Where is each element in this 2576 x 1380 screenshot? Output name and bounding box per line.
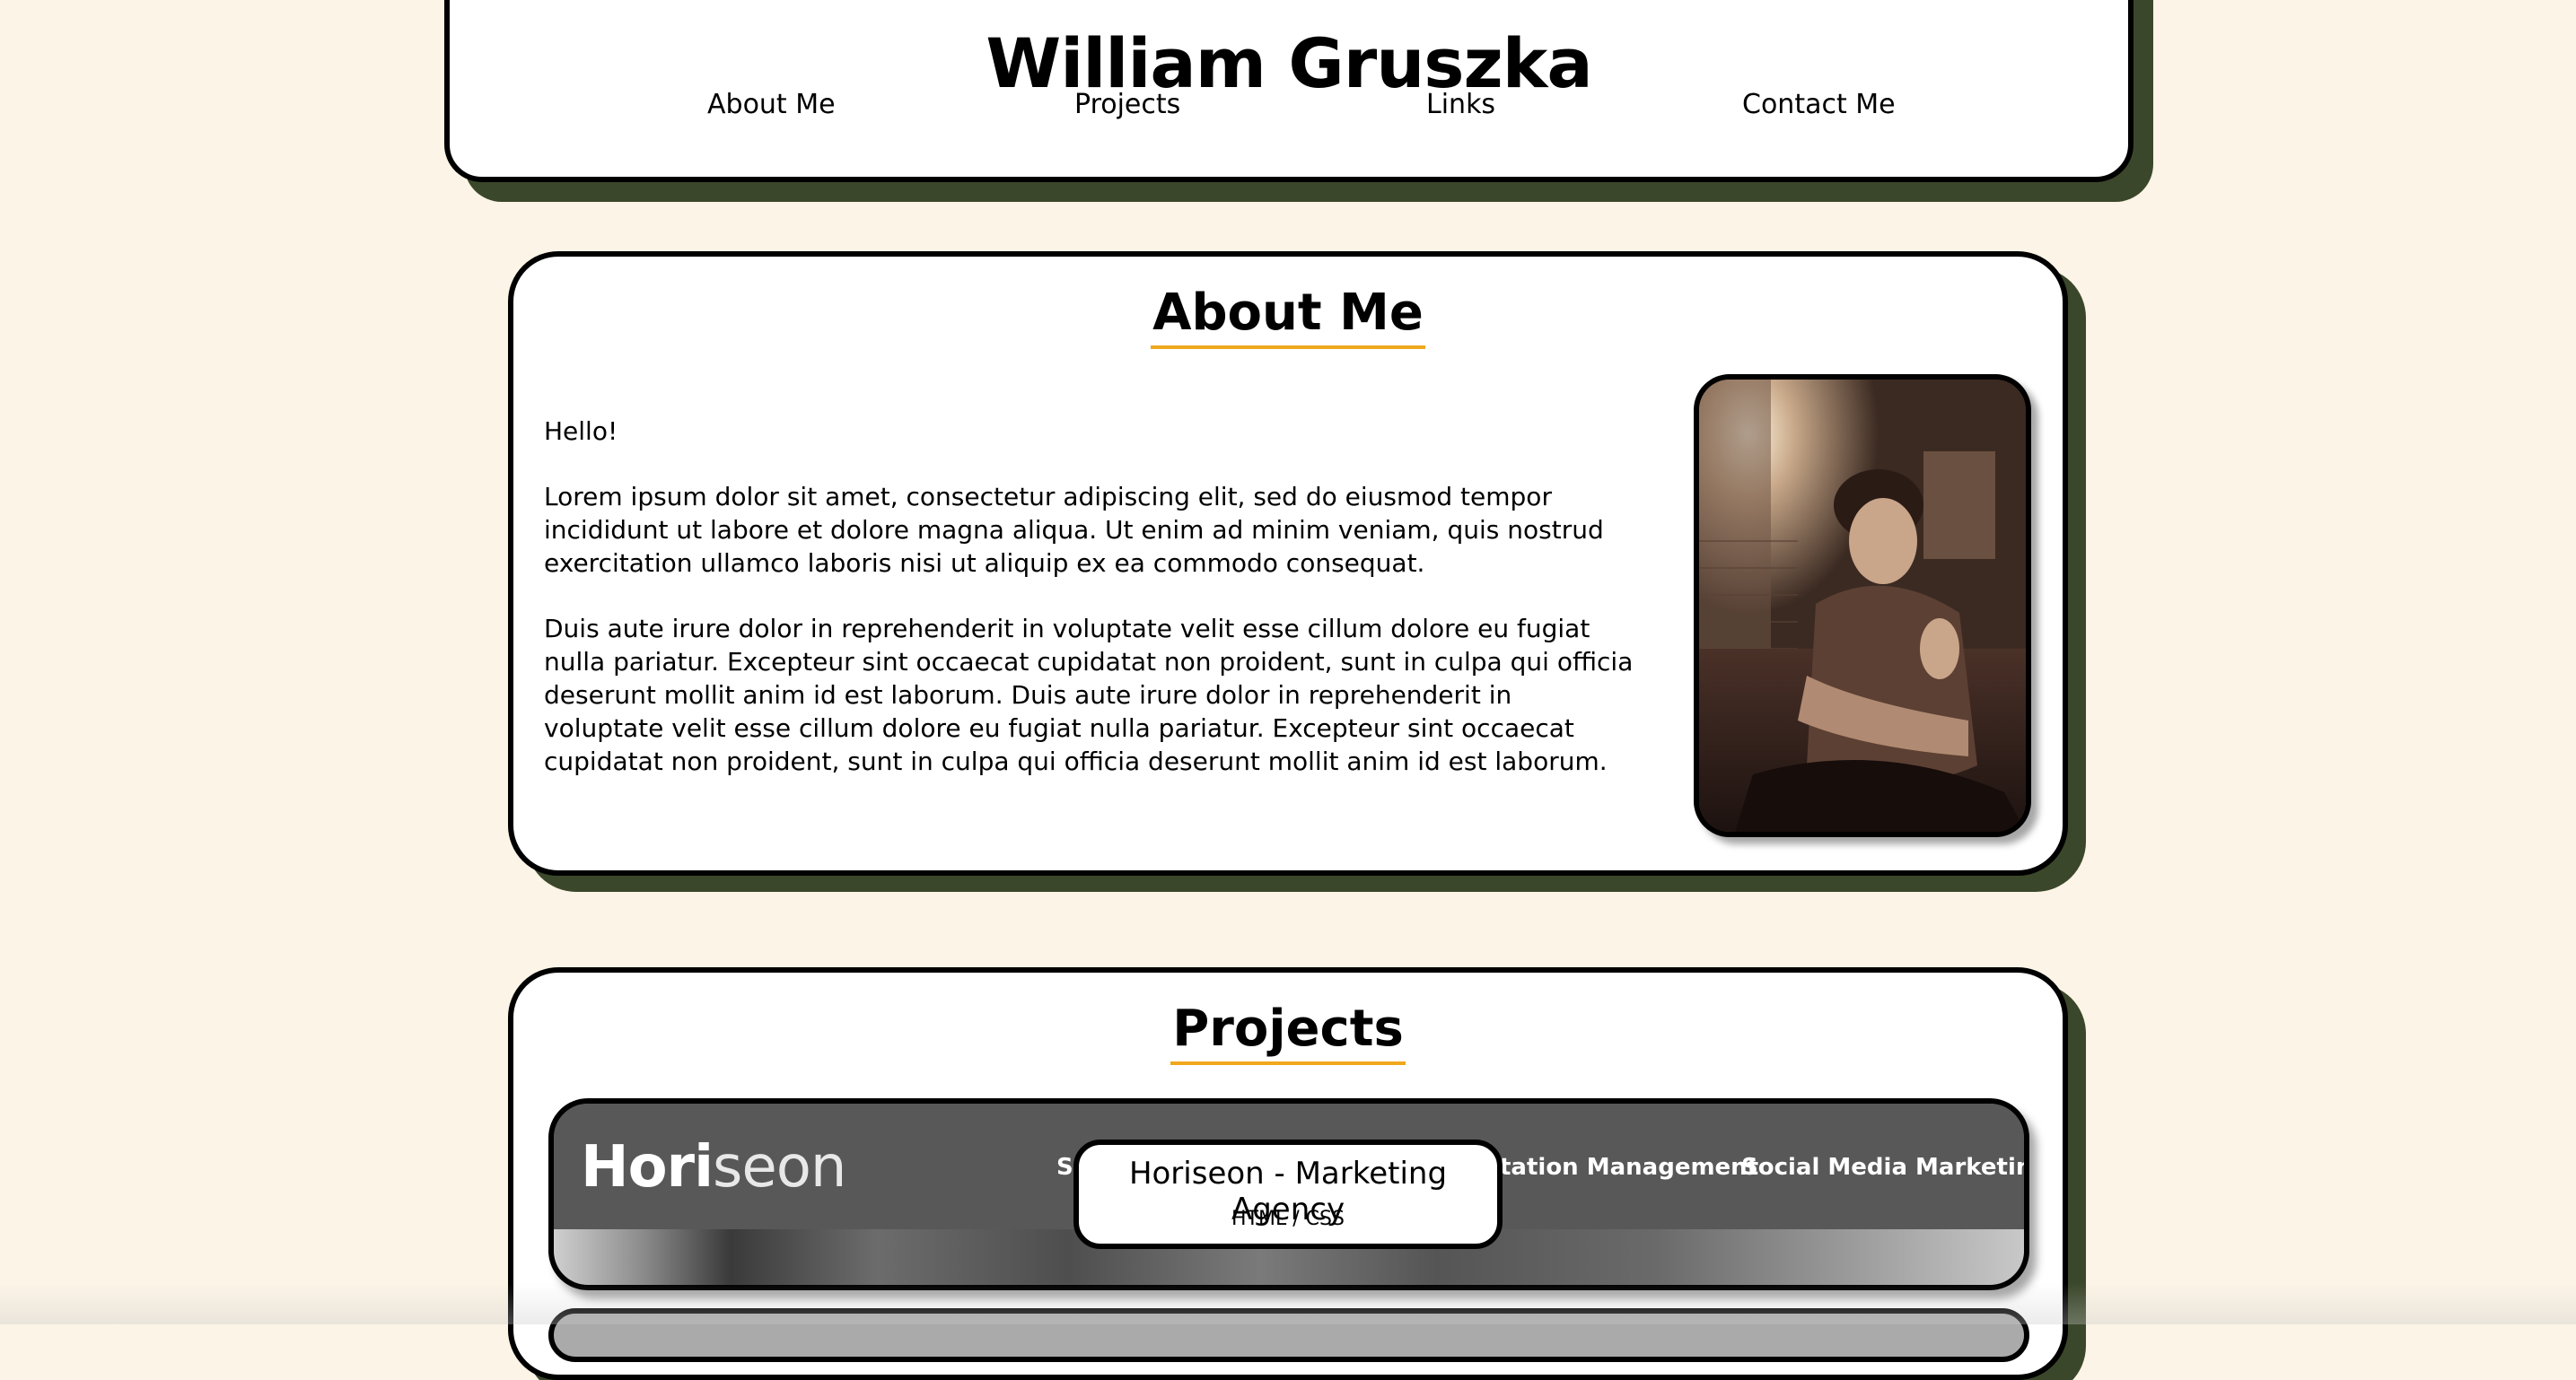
project-preview-nav-right: Social Media Marketing: [1741, 1154, 2029, 1181]
project-tech: HTML / CSS: [1231, 1208, 1345, 1230]
nav-contact-me[interactable]: Contact Me: [1742, 89, 1896, 120]
about-greeting: Hello!: [544, 416, 618, 446]
about-paragraph-1: Lorem ipsum dolor sit amet, consectetur …: [544, 482, 1604, 578]
site-header: William Gruszka About Me Projects Links …: [444, 0, 2134, 182]
about-paragraph-2: Duis aute irure dolor in reprehenderit i…: [544, 614, 1634, 776]
project-preview-nav-mid: tation Management: [1500, 1154, 1759, 1181]
main-nav: About Me Projects Links Contact Me: [450, 89, 2128, 128]
project-preview-logo: Horiseon: [581, 1134, 846, 1201]
nav-about-me[interactable]: About Me: [707, 89, 836, 120]
project-label[interactable]: Horiseon - Marketing Agency HTML / CSS: [1073, 1140, 1503, 1249]
project-card-next[interactable]: [548, 1308, 2029, 1362]
nav-links[interactable]: Links: [1426, 89, 1495, 120]
about-text: Hello! Lorem ipsum dolor sit amet, conse…: [544, 415, 1639, 810]
nav-projects[interactable]: Projects: [1074, 89, 1180, 120]
projects-title: Projects: [513, 1000, 2063, 1065]
about-title: About Me: [513, 284, 2063, 349]
profile-photo-image: [1699, 380, 2026, 832]
profile-photo: [1694, 374, 2031, 837]
